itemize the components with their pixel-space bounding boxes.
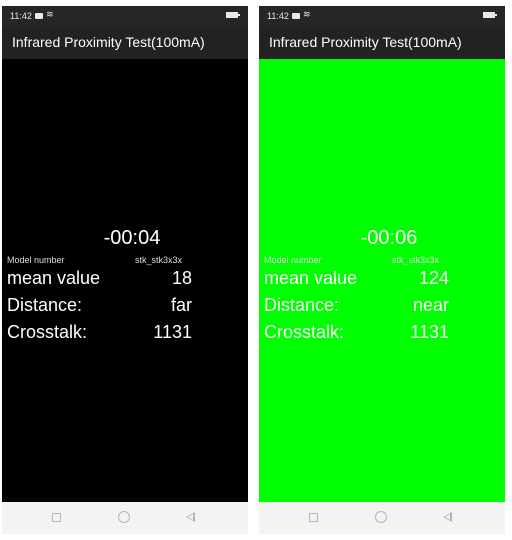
back-icon[interactable] [186,512,195,522]
model-number-value: stk_stk3x3x [135,255,183,265]
crosstalk-label: Crosstalk: [264,322,345,342]
recent-apps-icon[interactable] [52,513,61,522]
battery-icon [226,12,240,18]
distance-label: Distance: [7,295,83,315]
test-area: -00:06 Model number stk_stk3x3x mean val… [259,59,505,502]
crosstalk-label: Crosstalk: [7,322,88,342]
mean-value-label: mean value [264,268,358,288]
page-title: Infrared Proximity Test(100mA) [269,34,462,50]
status-time: 11:42 [10,11,32,21]
image-icon [35,13,43,19]
back-icon[interactable] [443,512,452,522]
status-time: 11:42 [267,11,289,21]
distance-value: far [170,295,192,315]
mean-value-label: mean value [7,268,101,288]
wifi-icon: ≋ [46,9,54,19]
phone-screen-right: 11:42 ≋ Infrared Proximity Test(100mA) -… [259,6,505,534]
wifi-icon: ≋ [303,9,311,19]
crosstalk-value: 1131 [153,322,192,342]
distance-value: near [412,295,449,315]
mean-value: 18 [171,268,192,288]
model-number-label: Model number [7,255,65,265]
navigation-bar [259,502,505,534]
home-icon[interactable] [118,511,130,523]
app-title-bar: Infrared Proximity Test(100mA) [2,26,248,59]
recent-apps-icon[interactable] [309,513,318,522]
mean-value: 124 [418,268,449,288]
test-area: -00:04 Model number stk_stk3x3x mean val… [2,59,248,502]
page-title: Infrared Proximity Test(100mA) [12,34,205,50]
model-number-label: Model number [264,255,322,265]
distance-label: Distance: [264,295,340,315]
model-number-value: stk_stk3x3x [392,255,440,265]
phone-screen-left: 11:42 ≋ Infrared Proximity Test(100mA) -… [2,6,248,534]
app-title-bar: Infrared Proximity Test(100mA) [259,26,505,59]
battery-icon [483,12,497,18]
image-icon [292,13,300,19]
status-bar: 11:42 ≋ [259,6,505,26]
status-bar: 11:42 ≋ [2,6,248,26]
countdown-timer: -00:06 [360,227,418,249]
home-icon[interactable] [375,511,387,523]
countdown-timer: -00:04 [103,227,161,249]
crosstalk-value: 1131 [410,322,449,342]
navigation-bar [2,502,248,534]
